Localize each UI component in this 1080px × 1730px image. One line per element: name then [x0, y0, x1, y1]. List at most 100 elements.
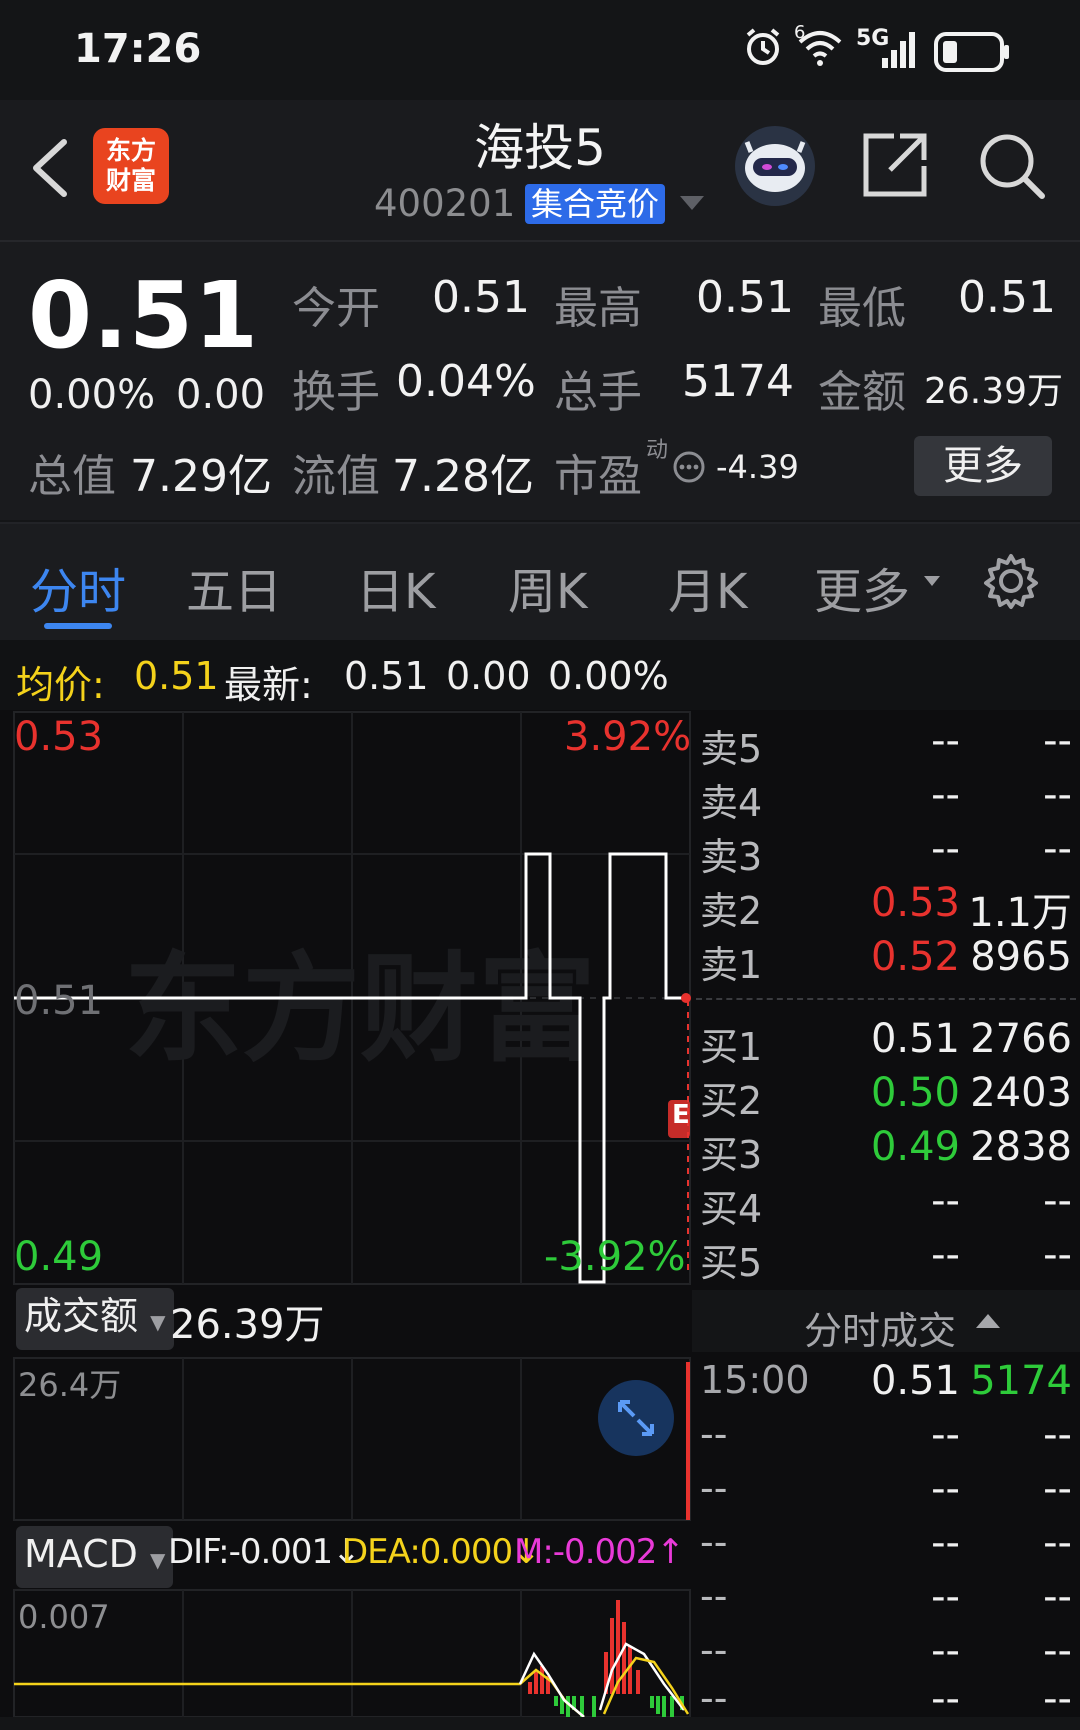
- ask-row-4[interactable]: 卖4 -- --: [692, 772, 1080, 826]
- low-label: 最低: [818, 283, 906, 334]
- latest-value: 0.51: [344, 654, 429, 698]
- open-label: 今开: [292, 283, 380, 334]
- tab-more-caret-icon: [924, 576, 940, 586]
- bid-row-3[interactable]: 买3 0.49 2838: [692, 1124, 1080, 1178]
- bid-row-4[interactable]: 买4 -- --: [692, 1178, 1080, 1232]
- market-cap-value: 7.29亿: [130, 451, 272, 502]
- trades-header[interactable]: 分时成交: [692, 1290, 1080, 1353]
- ask-volume: 1.1万: [968, 890, 1072, 936]
- bid-label: 买4: [700, 1187, 763, 1231]
- float-cap-label: 流值: [292, 451, 380, 502]
- bid-label: 买1: [700, 1025, 763, 1069]
- share-icon[interactable]: [860, 130, 930, 200]
- trade-row: -- -- --: [692, 1628, 1080, 1682]
- macd-dif: DIF:-0.001↓: [168, 1532, 361, 1572]
- battery-icon: [934, 32, 1012, 76]
- trade-price: --: [931, 1628, 960, 1674]
- ask-price: --: [931, 772, 960, 818]
- wifi-version-badge: 6: [794, 22, 806, 43]
- ask-volume: --: [1043, 826, 1072, 872]
- bid-row-1[interactable]: 买1 0.51 2766: [692, 1016, 1080, 1070]
- trades-header-label: 分时成交: [804, 1309, 957, 1353]
- more-dots-icon[interactable]: [672, 450, 706, 488]
- active-tab-indicator: [44, 623, 112, 629]
- volume-selector-label: 成交额: [24, 1294, 139, 1338]
- latest-change-pct: 0.00%: [548, 654, 669, 698]
- change-amount: 0.00: [176, 372, 266, 418]
- trade-time: --: [700, 1466, 728, 1510]
- open-value: 0.51: [432, 272, 530, 323]
- trade-volume: --: [1043, 1412, 1072, 1458]
- latest-change: 0.00: [446, 654, 531, 698]
- price-axis-high: 0.53: [14, 714, 104, 760]
- pe-label: 市盈: [554, 451, 642, 502]
- macd-m: M:-0.002↑: [514, 1532, 685, 1572]
- bid-row-2[interactable]: 买2 0.50 2403: [692, 1070, 1080, 1124]
- volume-axis-max: 26.4万: [18, 1366, 122, 1404]
- trade-time: --: [700, 1628, 728, 1672]
- bid-volume: 2766: [970, 1016, 1072, 1062]
- turnover-label: 换手: [292, 367, 380, 418]
- bid-volume: 2403: [970, 1070, 1072, 1116]
- trade-row: -- -- --: [692, 1466, 1080, 1520]
- trade-row: -- -- --: [692, 1520, 1080, 1574]
- ask-row-3[interactable]: 卖3 -- --: [692, 826, 1080, 880]
- bid-label: 买5: [700, 1241, 763, 1285]
- tab-intraday[interactable]: 分时: [30, 552, 126, 622]
- current-price: 0.51: [28, 262, 259, 369]
- settings-gear-icon[interactable]: [982, 552, 1040, 614]
- trade-volume: --: [1043, 1574, 1072, 1620]
- ask-price: --: [931, 826, 960, 872]
- avg-value: 0.51: [134, 654, 219, 698]
- tab-weekly-k[interactable]: 周K: [508, 552, 587, 622]
- tab-more[interactable]: 更多: [814, 552, 910, 622]
- ask-row-1[interactable]: 卖1 0.52 8965: [692, 934, 1080, 988]
- price-info-bar: 均价: 0.51 最新: 0.51 0.00 0.00%: [0, 640, 1080, 710]
- tab-monthly-k[interactable]: 月K: [668, 552, 747, 622]
- bid-volume: --: [1043, 1232, 1072, 1278]
- trade-price: --: [931, 1676, 960, 1722]
- volume-label: 总手: [554, 367, 642, 418]
- trade-time: --: [700, 1412, 728, 1456]
- auction-badge[interactable]: 集合竞价: [525, 184, 666, 224]
- e-marker-label: E: [672, 1100, 690, 1130]
- ask-row-2[interactable]: 卖2 0.53 1.1万: [692, 880, 1080, 936]
- high-label: 最高: [554, 283, 642, 334]
- volume-value: 26.39万: [170, 1302, 325, 1348]
- volume-selector[interactable]: 成交额 ▼: [16, 1288, 174, 1350]
- trade-time: 15:00: [700, 1358, 810, 1402]
- order-book-panel: 卖5 -- -- 卖4 -- -- 卖3 -- -- 卖2 0.53 1.1万 …: [692, 710, 1080, 1722]
- trade-row: -- -- --: [692, 1412, 1080, 1466]
- bid-volume: --: [1043, 1178, 1072, 1224]
- bid-row-5[interactable]: 买5 -- --: [692, 1232, 1080, 1286]
- bid-price: 0.50: [870, 1070, 960, 1116]
- avg-label: 均价:: [16, 663, 105, 707]
- macd-selector[interactable]: MACD ▼: [16, 1526, 174, 1588]
- macd-axis-max: 0.007: [18, 1598, 110, 1636]
- more-button[interactable]: 更多: [914, 436, 1052, 496]
- bid-volume: 2838: [970, 1124, 1072, 1170]
- bid-price: --: [931, 1178, 960, 1224]
- macd-dea: DEA:0.000↓: [342, 1532, 541, 1572]
- search-icon[interactable]: [976, 130, 1048, 202]
- ask-row-5[interactable]: 卖5 -- --: [692, 718, 1080, 772]
- trade-price: --: [931, 1466, 960, 1512]
- ask-price: 0.53: [870, 880, 960, 926]
- trade-row: -- -- --: [692, 1676, 1080, 1730]
- pe-dynamic-sup: 动: [646, 438, 669, 463]
- ask-label: 卖1: [700, 943, 763, 987]
- trade-volume: --: [1043, 1466, 1072, 1512]
- order-book-divider: [696, 998, 1076, 1000]
- trade-price: --: [931, 1520, 960, 1566]
- robot-assistant-icon[interactable]: [735, 126, 815, 206]
- trade-price: 0.51: [870, 1358, 960, 1404]
- trade-volume: 5174: [970, 1358, 1072, 1404]
- tab-daily-k[interactable]: 日K: [356, 552, 435, 622]
- tab-five-day[interactable]: 五日: [186, 552, 282, 622]
- trade-time: --: [700, 1574, 728, 1618]
- ask-price: --: [931, 718, 960, 764]
- ask-label: 卖4: [700, 781, 763, 825]
- status-time: 17:26: [74, 26, 202, 72]
- expand-chart-button[interactable]: [598, 1380, 674, 1456]
- chevron-down-icon[interactable]: [680, 196, 704, 210]
